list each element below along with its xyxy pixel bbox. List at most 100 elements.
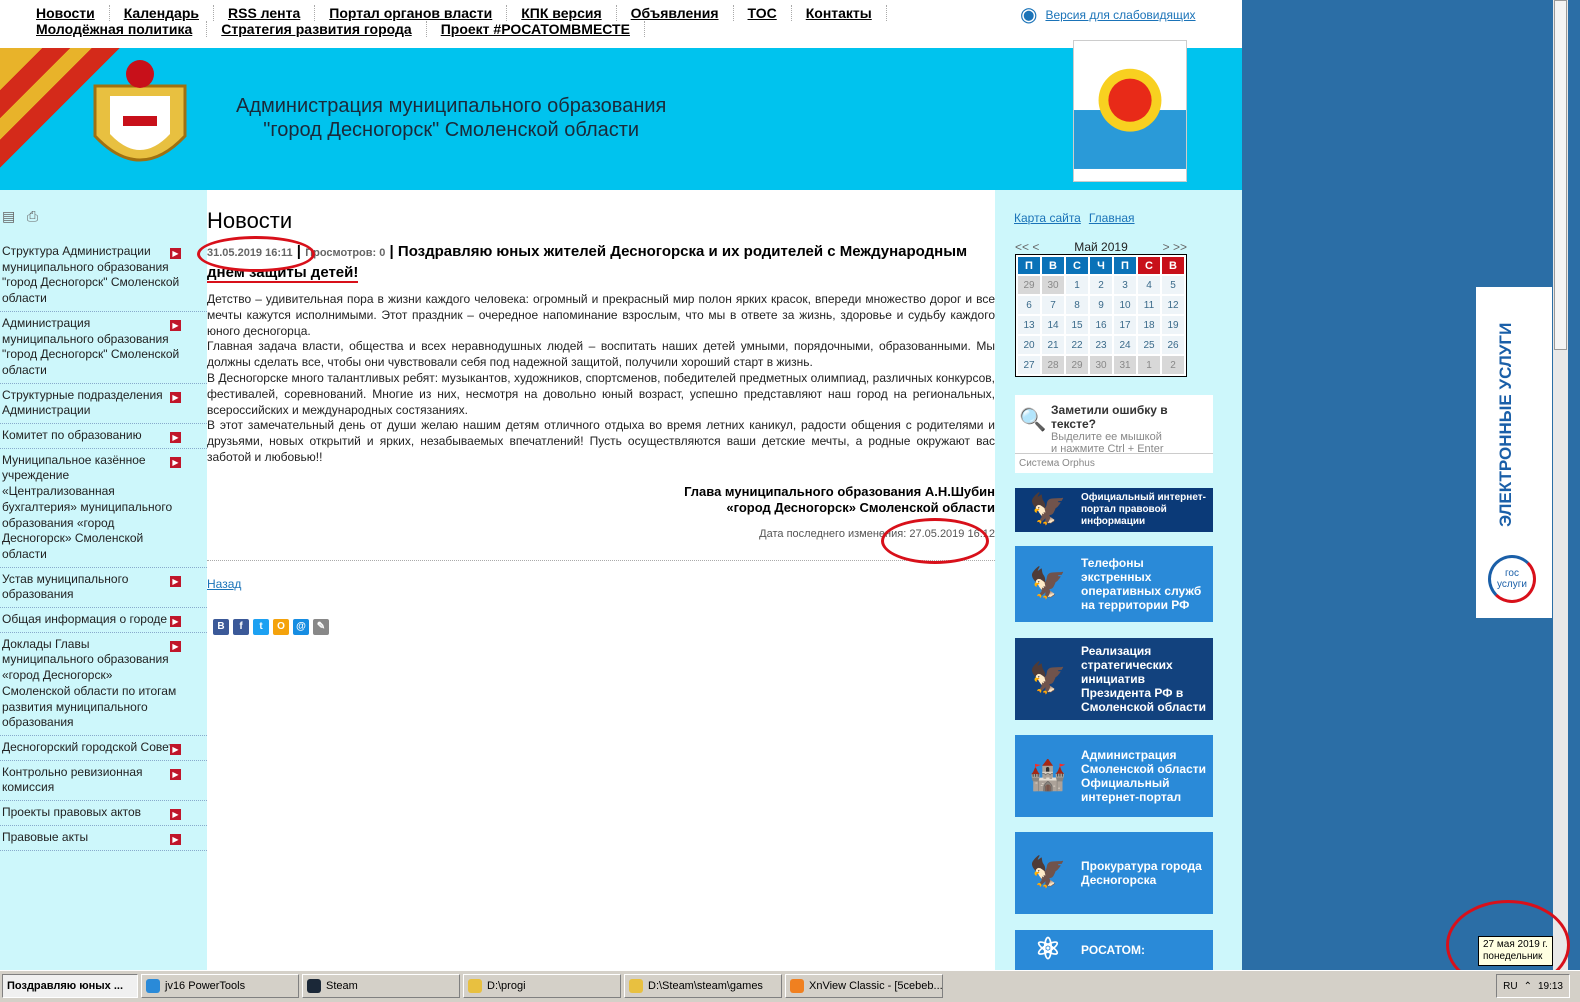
nav-link[interactable]: ТОС: [748, 5, 792, 21]
left-menu-item[interactable]: Муниципальное казённое учреждение «Центр…: [0, 449, 207, 568]
calendar-day[interactable]: 2: [1090, 276, 1112, 294]
calendar-day[interactable]: 14: [1042, 316, 1064, 334]
calendar-day[interactable]: 30: [1090, 356, 1112, 374]
share-mail-icon[interactable]: @: [293, 618, 309, 635]
banner[interactable]: 🏰 Администрация Смоленской области Официа…: [1015, 735, 1213, 817]
home-link[interactable]: Главная: [1089, 211, 1135, 225]
calendar-day[interactable]: 6: [1018, 296, 1040, 314]
calendar-day[interactable]: 31: [1114, 356, 1136, 374]
share-odnoklassniki-icon[interactable]: O: [273, 618, 289, 635]
clock[interactable]: 19:13: [1538, 981, 1563, 992]
calendar-day[interactable]: 1: [1138, 356, 1160, 374]
calendar-day[interactable]: 25: [1138, 336, 1160, 354]
calendar-prev[interactable]: << <: [1015, 240, 1039, 254]
banner[interactable]: 🦅 Реализация стратегических инициатив Пре…: [1015, 638, 1213, 720]
nav-link[interactable]: RSS лента: [228, 5, 316, 21]
sitemap-link[interactable]: Карта сайта: [1014, 211, 1081, 225]
calendar-day[interactable]: 8: [1066, 296, 1088, 314]
left-menu-item[interactable]: Контрольно ревизионная комиссия ▶: [0, 761, 207, 802]
left-menu-item[interactable]: Доклады Главы муниципального образования…: [0, 633, 207, 736]
arrow-right-icon: ▶: [170, 391, 181, 403]
left-menu-item[interactable]: Структура Администрации муниципального о…: [0, 240, 207, 312]
document-icon[interactable]: ▤: [2, 208, 15, 224]
nav-link[interactable]: Новости: [36, 5, 110, 21]
calendar-day[interactable]: 11: [1138, 296, 1160, 314]
calendar-day[interactable]: 26: [1162, 336, 1184, 354]
share-facebook-icon[interactable]: f: [233, 618, 249, 635]
taskbar-item[interactable]: Поздравляю юных ...: [2, 974, 138, 998]
calendar-day[interactable]: 28: [1042, 356, 1064, 374]
nav-link[interactable]: Календарь: [124, 5, 214, 21]
gosuslugi-panel[interactable]: ЭЛЕКТРОННЫЕ УСЛУГИ гос услуги: [1476, 287, 1552, 618]
back-link[interactable]: Назад: [207, 577, 995, 591]
print-icon[interactable]: ⎙: [27, 208, 38, 224]
share-livejournal-icon[interactable]: ✎: [313, 618, 329, 635]
calendar-day[interactable]: 2: [1162, 356, 1184, 374]
calendar-day[interactable]: 27: [1018, 356, 1040, 374]
calendar-day[interactable]: 15: [1066, 316, 1088, 334]
nav-link[interactable]: КПК версия: [521, 5, 617, 21]
taskbar-item[interactable]: D:\progi: [463, 974, 621, 998]
left-menu-item[interactable]: Структурные подразделения Администрации ▶: [0, 384, 207, 425]
banner[interactable]: ⚛ РОСАТОМ:: [1015, 930, 1213, 970]
taskbar-item[interactable]: D:\Steam\steam\games: [624, 974, 782, 998]
news-body: Детство – удивительная пора в жизни кажд…: [207, 292, 995, 466]
calendar-day[interactable]: 3: [1114, 276, 1136, 294]
calendar-day[interactable]: 16: [1090, 316, 1112, 334]
nav-link[interactable]: Стратегия развития города: [221, 21, 427, 37]
calendar-next[interactable]: > >>: [1163, 240, 1187, 254]
left-menu-item[interactable]: Комитет по образованию ▶: [0, 424, 207, 449]
nav-link[interactable]: Портал органов власти: [329, 5, 508, 21]
calendar-day[interactable]: 29: [1066, 356, 1088, 374]
news-meta: 31.05.2019 16:11 | Просмотров: 0 | Поздр…: [207, 243, 968, 283]
left-menu-item[interactable]: Проекты правовых актов ▶: [0, 801, 207, 826]
calendar-day[interactable]: 10: [1114, 296, 1136, 314]
calendar-day[interactable]: 21: [1042, 336, 1064, 354]
calendar-day[interactable]: 17: [1114, 316, 1136, 334]
banner[interactable]: 🦅 Телефоны экстренных оперативных служб н…: [1015, 546, 1213, 622]
taskbar-item[interactable]: jv16 PowerTools: [141, 974, 299, 998]
left-menu-item[interactable]: Общая информация о городе ▶: [0, 608, 207, 633]
nav-link[interactable]: Контакты: [806, 5, 887, 21]
calendar-day[interactable]: 1: [1066, 276, 1088, 294]
banner[interactable]: 🦅 Прокуратура города Десногорска: [1015, 832, 1213, 914]
low-vision-text[interactable]: Версия для слабовидящих: [1045, 8, 1195, 22]
calendar-day[interactable]: 24: [1114, 336, 1136, 354]
calendar-day[interactable]: 30: [1042, 276, 1064, 294]
calendar-day[interactable]: 29: [1018, 276, 1040, 294]
arrow-right-icon: ▶: [170, 768, 181, 780]
left-menu-item[interactable]: Правовые акты ▶: [0, 826, 207, 851]
scrollbar[interactable]: [1553, 0, 1568, 970]
nav-link[interactable]: Объявления: [631, 5, 734, 21]
left-menu-item[interactable]: Администрация муниципального образования…: [0, 312, 207, 384]
left-menu-item[interactable]: Десногорский городской Совет ▶: [0, 736, 207, 761]
chevron-up-icon[interactable]: ⌃: [1524, 981, 1532, 992]
calendar-day[interactable]: 4: [1138, 276, 1160, 294]
language-indicator[interactable]: RU: [1503, 981, 1517, 992]
scrollbar-thumb[interactable]: [1554, 0, 1567, 350]
left-menu-item[interactable]: Устав муниципального образования ▶: [0, 568, 207, 609]
calendar-day[interactable]: 19: [1162, 316, 1184, 334]
taskbar-item[interactable]: XnView Classic - [5cebeb...: [785, 974, 943, 998]
calendar-day[interactable]: 22: [1066, 336, 1088, 354]
paragraph: В Десногорске много талантливых ребят: м…: [207, 370, 995, 417]
calendar-day[interactable]: 12: [1162, 296, 1184, 314]
calendar-day[interactable]: 23: [1090, 336, 1112, 354]
calendar-day[interactable]: 5: [1162, 276, 1184, 294]
nav-link[interactable]: Проект #РОСАТОМВМЕСТЕ: [441, 21, 645, 37]
nav-link[interactable]: Молодёжная политика: [36, 21, 208, 37]
calendar-day[interactable]: 9: [1090, 296, 1112, 314]
share-twitter-icon[interactable]: t: [253, 618, 269, 635]
taskbar-item[interactable]: Steam: [302, 974, 460, 998]
orphus-widget: 🔍 Заметили ошибку в тексте? Выделите ее мы…: [1015, 395, 1213, 473]
news-title: Поздравляю юных жителей Десногорска и их…: [397, 243, 968, 260]
calendar-day[interactable]: 13: [1018, 316, 1040, 334]
calendar-day[interactable]: 20: [1018, 336, 1040, 354]
calendar-day[interactable]: 7: [1042, 296, 1064, 314]
eye-icon: ◉: [1020, 4, 1038, 26]
app-icon: [629, 979, 643, 993]
share-vk-icon[interactable]: В: [213, 618, 229, 635]
low-vision-link[interactable]: ◉ Версия для слабовидящих: [1020, 2, 1196, 27]
calendar-day[interactable]: 18: [1138, 316, 1160, 334]
banner[interactable]: 🦅 Официальный интернет-портал правовой ин…: [1015, 488, 1213, 532]
